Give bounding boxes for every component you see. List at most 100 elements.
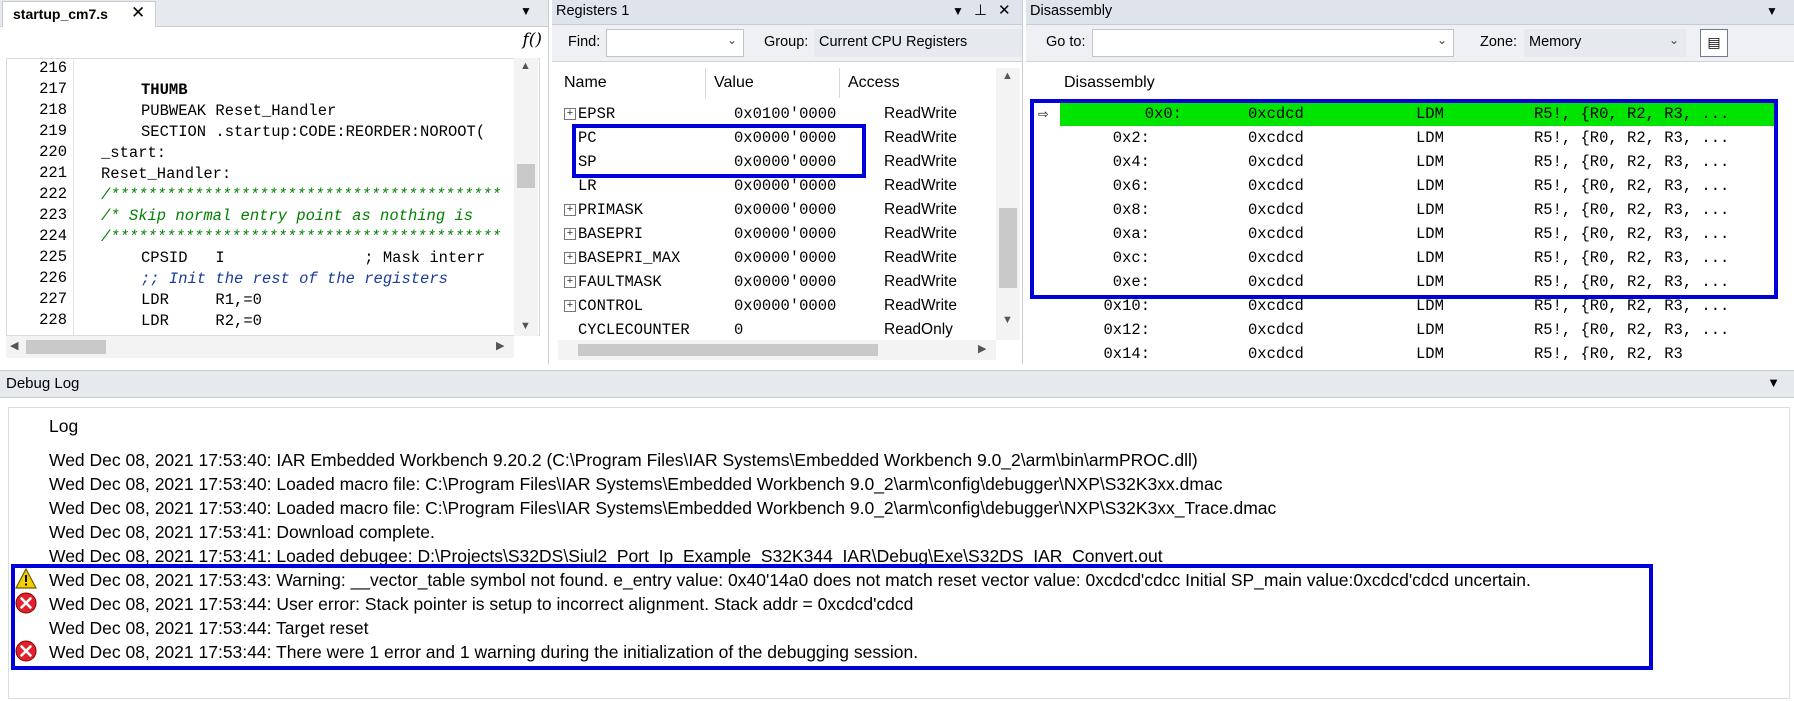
expand-icon[interactable]: + (564, 252, 576, 264)
scroll-thumb[interactable] (517, 164, 535, 188)
function-list-icon[interactable]: f() (522, 30, 542, 50)
expand-icon[interactable]: + (564, 300, 576, 312)
expand-icon[interactable]: + (564, 204, 576, 216)
close-icon[interactable]: ✕ (131, 3, 145, 23)
chevron-down-icon[interactable]: ⌄ (1669, 33, 1679, 47)
register-value[interactable]: 0x0000'0000 (734, 150, 836, 174)
disassembly-row[interactable]: 0x6: 0xcdcd LDM R5!, {R0, R2, R3, ... (1038, 174, 1778, 198)
register-row[interactable]: PC 0x0000'0000 ReadWrite (556, 126, 996, 150)
options-icon[interactable]: ▤ (1700, 29, 1728, 57)
address: 0x10: (1103, 297, 1150, 315)
log-entry[interactable]: Wed Dec 08, 2021 17:53:41: Download comp… (49, 520, 435, 544)
disassembly-row[interactable]: 0x14: 0xcdcd LDM R5!, {R0, R2, R3 (1038, 342, 1778, 360)
disassembly-row[interactable]: 0x2: 0xcdcd LDM R5!, {R0, R2, R3, ... (1038, 126, 1778, 150)
register-row[interactable]: SP 0x0000'0000 ReadWrite (556, 150, 996, 174)
log-column-header[interactable]: Log (49, 414, 78, 438)
column-header-value[interactable]: Value (706, 68, 840, 98)
code-view[interactable]: 216 217 218 219 220 221 222 223 224 225 … (6, 58, 540, 336)
mnemonic: LDM (1416, 345, 1444, 360)
chevron-left-icon[interactable]: ◀ (10, 339, 18, 352)
disassembly-row[interactable]: 0x10: 0xcdcd LDM R5!, {R0, R2, R3, ... (1038, 294, 1778, 318)
find-input[interactable]: ⌄ (606, 29, 744, 57)
log-entry[interactable]: Wed Dec 08, 2021 17:53:44: Target reset (49, 616, 368, 640)
chevron-up-icon[interactable]: ▲ (520, 60, 531, 72)
editor-horizontal-scrollbar[interactable]: ◀ ▶ (6, 336, 514, 358)
scroll-thumb[interactable] (26, 340, 106, 354)
close-icon[interactable]: ✕ (998, 1, 1011, 19)
code-line: _start: (101, 144, 167, 162)
expand-icon[interactable]: + (564, 276, 576, 288)
register-row[interactable]: + FAULTMASK 0x0000'0000 ReadWrite (556, 270, 996, 294)
register-name: SP (578, 153, 597, 171)
opcode: 0xcdcd (1248, 153, 1304, 171)
chevron-down-icon[interactable]: ▼ (1766, 4, 1778, 18)
expand-icon[interactable]: + (564, 108, 576, 120)
group-select[interactable]: Current CPU Registers (814, 29, 1022, 57)
register-value[interactable]: 0x0000'0000 (734, 222, 836, 246)
log-entry[interactable]: Wed Dec 08, 2021 17:53:40: Loaded macro … (49, 472, 1222, 496)
column-header-disassembly[interactable]: Disassembly (1032, 68, 1792, 98)
registers-vertical-scrollbar[interactable]: ▲ ▼ (996, 68, 1020, 340)
register-name: FAULTMASK (578, 273, 662, 291)
chevron-down-icon[interactable]: ⌄ (727, 33, 737, 47)
disassembly-row[interactable]: 0xa: 0xcdcd LDM R5!, {R0, R2, R3, ... (1038, 222, 1778, 246)
opcode: 0xcdcd (1248, 129, 1304, 147)
chevron-up-icon[interactable]: ▲ (1002, 70, 1013, 82)
disassembly-row[interactable]: 0x4: 0xcdcd LDM R5!, {R0, R2, R3, ... (1038, 150, 1778, 174)
expand-icon[interactable]: + (564, 228, 576, 240)
chevron-down-icon[interactable]: ▼ (520, 320, 531, 332)
register-value[interactable]: 0x0000'0000 (734, 270, 836, 294)
goto-input[interactable]: ⌄ (1092, 29, 1454, 57)
column-header-access[interactable]: Access (840, 68, 996, 98)
register-value[interactable]: 0x0000'0000 (734, 294, 836, 318)
log-entry[interactable]: Wed Dec 08, 2021 17:53:40: Loaded macro … (49, 496, 1276, 520)
editor-vertical-scrollbar[interactable]: ▲ ▼ (514, 58, 538, 336)
chevron-down-icon[interactable]: ⌄ (1437, 33, 1447, 47)
log-entry[interactable]: Wed Dec 08, 2021 17:53:40: IAR Embedded … (49, 448, 1198, 472)
register-row[interactable]: + CONTROL 0x0000'0000 ReadWrite (556, 294, 996, 318)
tab-label: startup_cm7.s (13, 6, 108, 22)
disassembly-row[interactable]: 0xc: 0xcdcd LDM R5!, {R0, R2, R3, ... (1038, 246, 1778, 270)
register-value[interactable]: 0x0000'0000 (734, 126, 836, 150)
register-row[interactable]: + BASEPRI_MAX 0x0000'0000 ReadWrite (556, 246, 996, 270)
disassembly-row[interactable]: 0x12: 0xcdcd LDM R5!, {R0, R2, R3, ... (1038, 318, 1778, 342)
disassembly-row[interactable]: 0x8: 0xcdcd LDM R5!, {R0, R2, R3, ... (1038, 198, 1778, 222)
log-entry-error[interactable]: Wed Dec 08, 2021 17:53:44: There were 1 … (49, 640, 918, 664)
scroll-thumb[interactable] (999, 208, 1017, 288)
chevron-down-icon[interactable]: ▼ (952, 4, 964, 18)
log-entry-error[interactable]: Wed Dec 08, 2021 17:53:44: User error: S… (49, 592, 913, 616)
code-line: CPSID I ; Mask interr (141, 249, 486, 267)
chevron-right-icon[interactable]: ▶ (978, 342, 986, 355)
opcode: 0xcdcd (1248, 249, 1304, 267)
register-value[interactable]: 0x0100'0000 (734, 102, 836, 126)
zone-select[interactable]: Memory ⌄ (1524, 29, 1686, 57)
chevron-down-icon[interactable]: ▼ (1767, 375, 1780, 390)
log-entry[interactable]: Wed Dec 08, 2021 17:53:41: Loaded debuge… (49, 544, 1163, 568)
chevron-down-icon[interactable]: ▼ (1002, 314, 1013, 326)
register-row[interactable]: CYCLECOUNTER 0 ReadOnly (556, 318, 996, 338)
line-number: 217 (39, 80, 67, 98)
disassembly-row[interactable]: 0xe: 0xcdcd LDM R5!, {R0, R2, R3, ... (1038, 270, 1778, 294)
disassembly-row[interactable]: 0x0: 0xcdcd LDM R5!, {R0, R2, R3, ... (1060, 102, 1778, 126)
register-row[interactable]: LR 0x0000'0000 ReadWrite (556, 174, 996, 198)
register-row[interactable]: + PRIMASK 0x0000'0000 ReadWrite (556, 198, 996, 222)
pin-icon[interactable]: ⊥ (974, 1, 987, 19)
register-value[interactable]: 0x0000'0000 (734, 174, 836, 198)
chevron-right-icon[interactable]: ▶ (496, 339, 504, 352)
column-header-name[interactable]: Name (556, 68, 706, 98)
register-value[interactable]: 0x0000'0000 (734, 246, 836, 270)
chevron-down-icon[interactable]: ▼ (520, 4, 532, 18)
tab-startup-cm7[interactable]: startup_cm7.s ✕ (2, 1, 156, 27)
register-row[interactable]: + EPSR 0x0100'0000 ReadWrite (556, 102, 996, 126)
register-value[interactable]: 0x0000'0000 (734, 198, 836, 222)
registers-horizontal-scrollbar[interactable]: ▶ (558, 340, 996, 360)
register-row[interactable]: + BASEPRI 0x0000'0000 ReadWrite (556, 222, 996, 246)
log-entry-warning[interactable]: Wed Dec 08, 2021 17:53:43: Warning: __ve… (49, 568, 1531, 592)
operands: R5!, {R0, R2, R3, ... (1534, 321, 1730, 339)
mnemonic: LDM (1416, 177, 1444, 195)
operands: R5!, {R0, R2, R3, ... (1534, 105, 1730, 123)
register-value[interactable]: 0 (734, 318, 743, 338)
scroll-thumb[interactable] (578, 344, 878, 356)
code-line: SECTION .startup:CODE:REORDER:NOROOT( (141, 123, 486, 141)
pane-title: Debug Log (6, 375, 80, 392)
